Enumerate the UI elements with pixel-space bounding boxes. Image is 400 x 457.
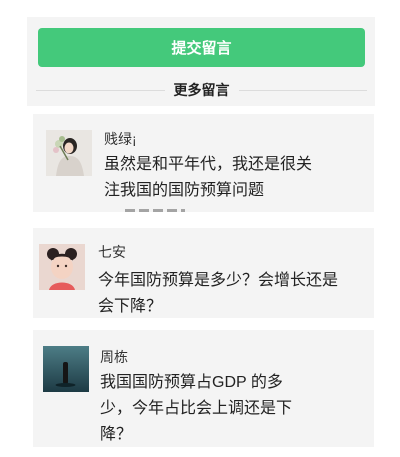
commenter-name: 贱绿¡ xyxy=(104,131,137,147)
avatar-image xyxy=(39,244,85,290)
comment-actions-panel: 提交留言 更多留言 xyxy=(27,17,375,106)
comment-card: 贱绿¡ 虽然是和平年代，我还是很关注我国的国防预算问题 xyxy=(33,114,374,212)
commenter-name: 周栋 xyxy=(100,349,128,365)
divider-line-right xyxy=(238,89,367,91)
commenter-name: 七安 xyxy=(98,244,126,260)
avatar xyxy=(46,130,92,176)
comment-text: 今年国防预算是多少？会增长还是会下降？ xyxy=(98,272,339,315)
divider-line-left xyxy=(36,89,165,91)
comment-card: 七安 今年国防预算是多少？会增长还是会下降？ xyxy=(33,228,374,318)
more-comments-link[interactable]: 更多留言 xyxy=(165,80,239,100)
comment-text: 我国国防预算占GDP 的多少，今年占比会上调还是下降？ xyxy=(100,374,293,443)
comment-text: 虽然是和平年代，我还是很关注我国的国防预算问题 xyxy=(104,156,313,199)
comment-card: 周栋 我国国防预算占GDP 的多少，今年占比会上调还是下降？ xyxy=(33,330,374,447)
avatar xyxy=(43,346,89,392)
submit-comment-button[interactable]: 提交留言 xyxy=(38,28,365,67)
more-comments-divider[interactable]: 更多留言 xyxy=(36,80,367,100)
overflow-text-fragment xyxy=(125,209,185,212)
avatar-image xyxy=(46,130,92,176)
avatar xyxy=(39,244,85,290)
avatar-image xyxy=(43,346,89,392)
